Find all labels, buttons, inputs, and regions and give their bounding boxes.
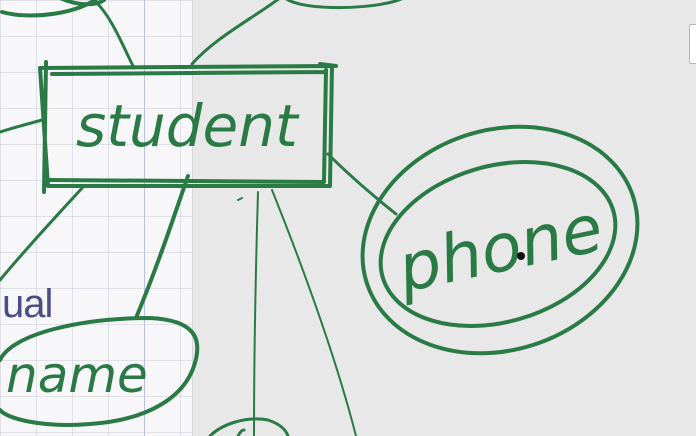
pen-cursor-icon <box>517 252 525 260</box>
ink-drawing-layer[interactable]: student phone name <box>0 0 696 436</box>
left-connector-line <box>0 118 44 134</box>
entity-student[interactable]: student <box>38 60 338 194</box>
vertical-connector-line-2 <box>271 189 357 436</box>
top-connector-stroke <box>94 0 136 70</box>
vertical-connector-line-1 <box>253 191 259 436</box>
canvas-mark <box>237 197 243 201</box>
name-attribute-connector <box>134 174 190 320</box>
multivalued-attribute-phone[interactable]: phone <box>333 92 667 388</box>
top-right-ellipse-fragment <box>285 0 403 10</box>
bottom-ellipse-fragment <box>208 417 290 436</box>
attribute-name[interactable]: name <box>0 316 200 427</box>
entity-student-label: student <box>76 92 300 160</box>
phone-attribute-connector <box>326 152 398 216</box>
canvas[interactable]: ual student phone name <box>0 0 696 436</box>
top-left-ellipse-fragment <box>0 0 106 18</box>
upper-diagonal-connector <box>190 0 280 66</box>
lower-left-connector-line <box>0 184 86 282</box>
name-attribute-label: name <box>6 346 148 404</box>
side-panel-tab[interactable] <box>689 24 696 64</box>
bottom-stroke <box>236 428 246 436</box>
